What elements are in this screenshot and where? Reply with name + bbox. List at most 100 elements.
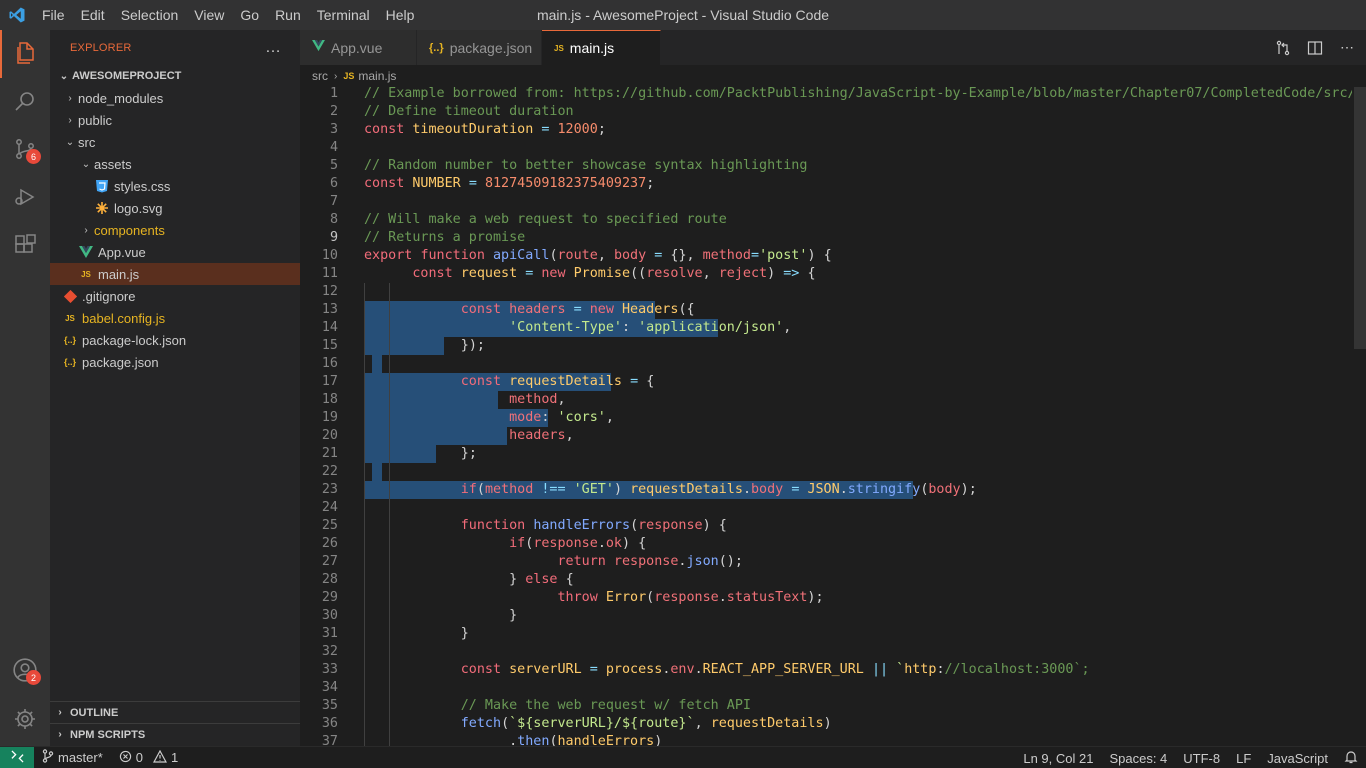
warning-count: 1 bbox=[171, 750, 179, 765]
extensions-button[interactable] bbox=[0, 222, 50, 270]
code-text: }); bbox=[460, 338, 485, 353]
code-text: } else { bbox=[509, 572, 574, 587]
line-number: 4 bbox=[329, 140, 338, 155]
line-number: 37 bbox=[321, 734, 338, 746]
manage-button[interactable] bbox=[0, 696, 50, 744]
json-icon: {..} bbox=[429, 41, 444, 54]
indentation[interactable]: Spaces: 4 bbox=[1101, 751, 1175, 766]
more-actions-icon[interactable]: ⋯ bbox=[1338, 39, 1356, 57]
accounts-button[interactable]: 2 bbox=[0, 647, 50, 695]
explorer-button[interactable] bbox=[0, 30, 50, 78]
editor-tabs: App.vue {..} package.json JS main.js ⋯ bbox=[300, 30, 1366, 65]
tree-item-node-modules[interactable]: › node_modules bbox=[50, 87, 300, 109]
menu-go[interactable]: Go bbox=[232, 0, 267, 30]
tree-item-public[interactable]: › public bbox=[50, 109, 300, 131]
run-debug-button[interactable] bbox=[0, 174, 50, 222]
code-text: const requestDetails = { bbox=[460, 374, 655, 389]
files-icon bbox=[14, 41, 38, 68]
line-number: 27 bbox=[321, 554, 338, 569]
line-number: 17 bbox=[321, 374, 338, 389]
json-icon: {..} bbox=[63, 357, 76, 367]
remote-indicator[interactable] bbox=[0, 746, 34, 768]
line-number: 26 bbox=[321, 536, 338, 551]
accounts-badge: 2 bbox=[26, 670, 41, 685]
code-text: 'Content-Type': 'application/json', bbox=[509, 320, 792, 335]
chevron-right-icon: › bbox=[68, 92, 72, 104]
code-text: const request = new Promise((resolve, re… bbox=[412, 266, 816, 281]
vue-icon bbox=[78, 244, 94, 260]
npm-scripts-section[interactable]: › NPM SCRIPTS bbox=[50, 723, 300, 745]
tree-item-assets[interactable]: ⌄ assets bbox=[50, 153, 300, 175]
code-text: if(method !== 'GET') requestDetails.body… bbox=[460, 482, 977, 497]
cursor-position[interactable]: Ln 9, Col 21 bbox=[1015, 751, 1101, 766]
line-number: 36 bbox=[321, 716, 338, 731]
tree-item-package-lock[interactable]: {..} package-lock.json bbox=[50, 329, 300, 351]
split-editor-icon[interactable] bbox=[1306, 39, 1324, 57]
menu-file[interactable]: File bbox=[34, 0, 73, 30]
code-text: if(response.ok) { bbox=[509, 536, 647, 551]
code-editor[interactable]: 1 // Example borrowed from: https://githu… bbox=[300, 85, 1352, 746]
source-control-button[interactable]: 6 bbox=[0, 126, 50, 174]
encoding[interactable]: UTF-8 bbox=[1175, 751, 1228, 766]
line-number: 2 bbox=[329, 104, 338, 119]
scrollbar-thumb[interactable] bbox=[1354, 87, 1366, 349]
tab-package-json[interactable]: {..} package.json bbox=[417, 30, 542, 65]
breadcrumb-folder[interactable]: src bbox=[312, 69, 328, 83]
tree-item-label: logo.svg bbox=[114, 200, 163, 216]
menu-run[interactable]: Run bbox=[267, 0, 309, 30]
remote-icon bbox=[10, 749, 24, 766]
outline-section[interactable]: › OUTLINE bbox=[50, 701, 300, 723]
more-actions-icon[interactable]: … bbox=[265, 39, 282, 57]
line-number: 13 bbox=[321, 302, 338, 317]
tree-item-styles-css[interactable]: styles.css bbox=[50, 175, 300, 197]
menu-edit[interactable]: Edit bbox=[73, 0, 113, 30]
breadcrumb-file[interactable]: main.js bbox=[358, 69, 396, 83]
tree-item-src[interactable]: ⌄ src bbox=[50, 131, 300, 153]
language-mode[interactable]: JavaScript bbox=[1259, 751, 1336, 766]
line-number: 5 bbox=[329, 158, 338, 173]
compare-changes-icon[interactable] bbox=[1274, 39, 1292, 57]
svg-icon bbox=[94, 200, 110, 216]
tree-item-package-json[interactable]: {..} package.json bbox=[50, 351, 300, 373]
selection-highlight bbox=[372, 355, 382, 373]
tree-item-gitignore[interactable]: .gitignore bbox=[50, 285, 300, 307]
tree-item-babel-config[interactable]: JS babel.config.js bbox=[50, 307, 300, 329]
code-text: // Returns a promise bbox=[364, 230, 526, 245]
code-text: // Example borrowed from: https://github… bbox=[364, 86, 1352, 101]
menu-help[interactable]: Help bbox=[378, 0, 423, 30]
tree-item-label: main.js bbox=[98, 266, 140, 282]
line-ending[interactable]: LF bbox=[1228, 751, 1259, 766]
menu-selection[interactable]: Selection bbox=[113, 0, 187, 30]
line-number: 29 bbox=[321, 590, 338, 605]
line-number: 10 bbox=[321, 248, 338, 263]
code-text: fetch(`${serverURL}/${route}`, requestDe… bbox=[460, 716, 832, 731]
notifications-button[interactable] bbox=[1336, 750, 1366, 767]
code-text: } bbox=[460, 626, 469, 641]
line-number: 19 bbox=[321, 410, 338, 425]
tab-main-js[interactable]: JS main.js bbox=[542, 30, 661, 65]
menu-terminal[interactable]: Terminal bbox=[309, 0, 378, 30]
line-number: 33 bbox=[321, 662, 338, 677]
code-text: // Will make a web request to specified … bbox=[364, 212, 727, 227]
line-number: 12 bbox=[321, 284, 338, 299]
code-text: headers, bbox=[509, 428, 574, 443]
branch-indicator[interactable]: master* bbox=[34, 749, 111, 766]
js-icon: JS bbox=[554, 43, 564, 53]
line-number: 8 bbox=[329, 212, 338, 227]
line-number: 25 bbox=[321, 518, 338, 533]
tree-item-components[interactable]: › components bbox=[50, 219, 300, 241]
problems-indicator[interactable]: 0 1 bbox=[111, 749, 186, 766]
vue-icon bbox=[312, 40, 325, 55]
line-number: 15 bbox=[321, 338, 338, 353]
tab-app-vue[interactable]: App.vue bbox=[300, 30, 417, 65]
line-number: 18 bbox=[321, 392, 338, 407]
tree-item-label: styles.css bbox=[114, 178, 171, 194]
tree-item-logo-svg[interactable]: logo.svg bbox=[50, 197, 300, 219]
menu-view[interactable]: View bbox=[186, 0, 232, 30]
search-button[interactable] bbox=[0, 78, 50, 126]
code-text: export function apiCall(route, body = {}… bbox=[364, 248, 832, 263]
tree-item-app-vue[interactable]: App.vue bbox=[50, 241, 300, 263]
project-root[interactable]: ⌄ AWESOMEPROJECT bbox=[50, 65, 300, 87]
tree-item-main-js[interactable]: JS main.js bbox=[50, 263, 300, 285]
chevron-right-icon: › bbox=[334, 70, 338, 82]
